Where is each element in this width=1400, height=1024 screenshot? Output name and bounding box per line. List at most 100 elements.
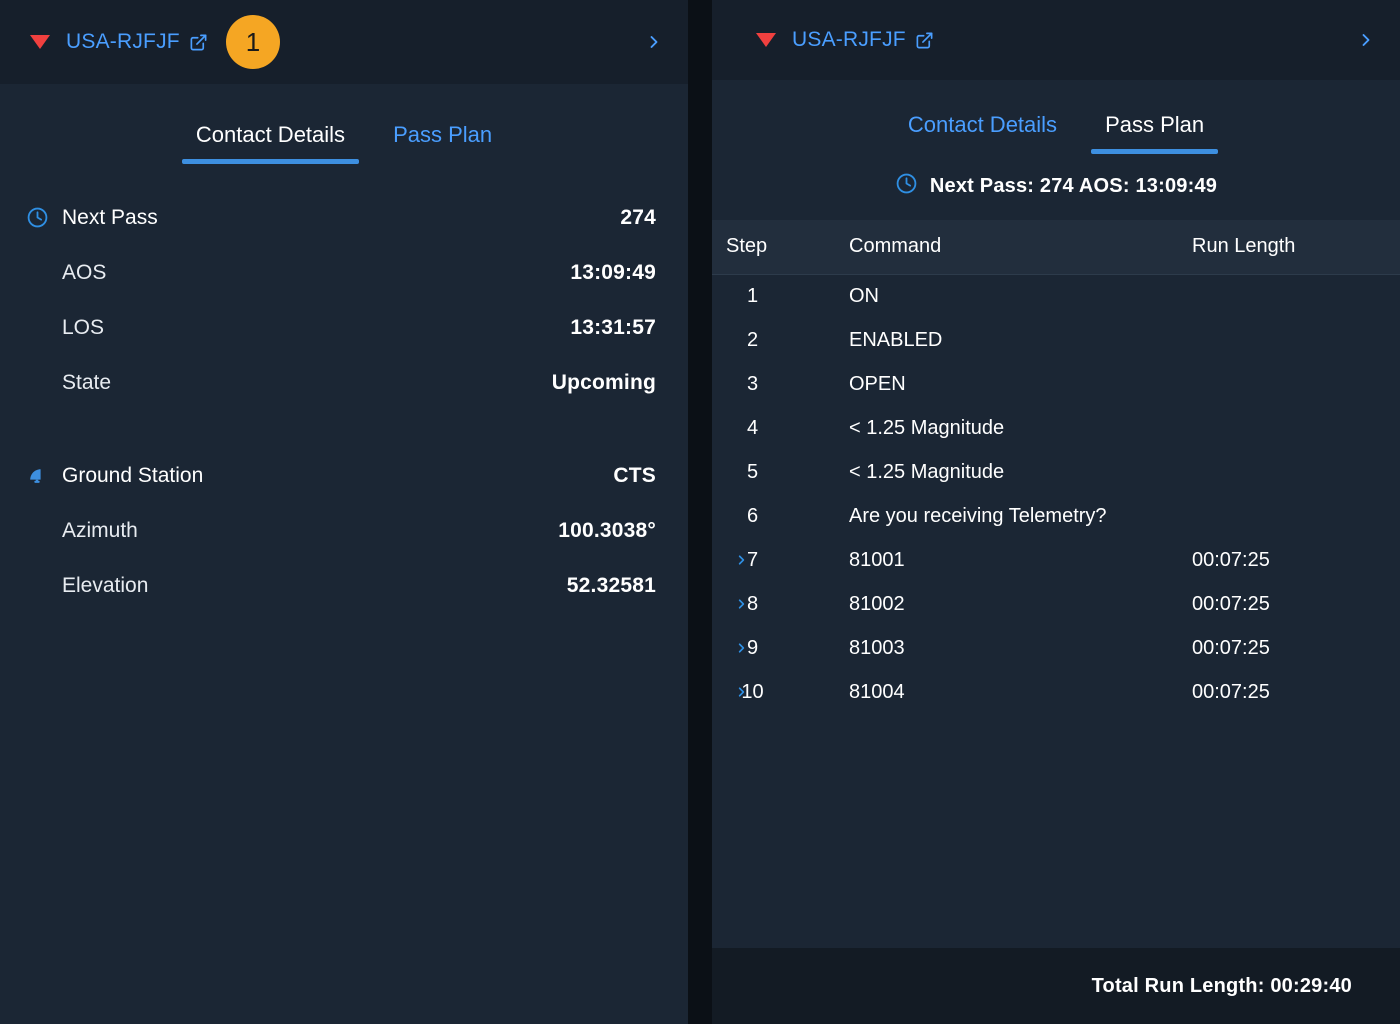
table-row[interactable]: 2 ENABLED: [712, 318, 1400, 362]
cell-command: OPEN: [837, 362, 1182, 406]
table-row[interactable]: 78100100:07:25: [712, 538, 1400, 582]
row-expand-chevron-icon[interactable]: [734, 640, 749, 657]
step-number: 2: [747, 329, 758, 351]
step-number: 3: [747, 373, 758, 395]
table-body: 1 ON 2 ENABLED 3 OPEN 4 < 1.25 Magnitude 5 < 1.25…: [712, 274, 1400, 714]
annotation-badge-1: 1: [226, 15, 280, 69]
caret-down-icon[interactable]: [756, 33, 776, 47]
caret-down-icon[interactable]: [30, 35, 50, 49]
pass-plan-panel: USA-RJFJF Contact Details Pass Plan: [712, 0, 1400, 1024]
detail-label: State: [62, 371, 111, 395]
table-header: Step Command Run Length: [712, 220, 1400, 274]
table-row[interactable]: 108100400:07:25: [712, 670, 1400, 714]
cell-command: 81004: [837, 670, 1182, 714]
right-panel-tabs: Contact Details Pass Plan: [712, 80, 1400, 154]
pass-plan-footer: Total Run Length: 00:29:40: [712, 948, 1400, 1024]
next-pass-summary-text: Next Pass: 274 AOS: 13:09:49: [930, 175, 1217, 198]
table-row[interactable]: 88100200:07:25: [712, 582, 1400, 626]
cell-command: 81003: [837, 626, 1182, 670]
detail-value: Upcoming: [552, 371, 656, 395]
step-number: 5: [747, 461, 758, 483]
contact-details-panel: USA-RJFJF Contact Details Pass Plan: [0, 0, 688, 1024]
cell-run-length: [1182, 318, 1400, 362]
step-number: 1: [747, 285, 758, 307]
detail-value: CTS: [613, 464, 656, 488]
satellite-dish-icon: [26, 464, 62, 488]
detail-row-los: LOS 13:31:57: [26, 300, 656, 355]
cell-step: 7: [712, 538, 837, 582]
cell-run-length: [1182, 406, 1400, 450]
table-header-row: Step Command Run Length: [712, 220, 1400, 274]
detail-label: Azimuth: [62, 519, 138, 543]
tab-contact-details[interactable]: Contact Details: [894, 112, 1071, 154]
left-panel-tabs: Contact Details Pass Plan: [0, 84, 688, 164]
right-panel-header[interactable]: USA-RJFJF: [712, 0, 1400, 80]
cell-run-length: 00:07:25: [1182, 626, 1400, 670]
ground-station-group: Ground Station CTS Azimuth 100.3038° Ele…: [26, 448, 656, 613]
cell-run-length: 00:07:25: [1182, 538, 1400, 582]
table-row[interactable]: 3 OPEN: [712, 362, 1400, 406]
left-panel-expand-chevron-icon[interactable]: [644, 30, 664, 54]
detail-row-elevation: Elevation 52.32581: [26, 558, 656, 613]
row-expand-chevron-icon[interactable]: [734, 552, 749, 569]
detail-row-aos: AOS 13:09:49: [26, 245, 656, 300]
table-row[interactable]: 1 ON: [712, 274, 1400, 318]
app-root: USA-RJFJF Contact Details Pass Plan: [0, 0, 1400, 1024]
pass-plan-table: Step Command Run Length 1 ON 2 ENABLED 3 OPEN…: [712, 220, 1400, 714]
cell-command: < 1.25 Magnitude: [837, 450, 1182, 494]
step-number: 4: [747, 417, 758, 439]
cell-command: 81001: [837, 538, 1182, 582]
cell-step: 9: [712, 626, 837, 670]
clock-icon: [26, 206, 62, 229]
row-expand-chevron-icon[interactable]: [734, 684, 749, 701]
detail-value: 13:31:57: [570, 316, 656, 340]
cell-step: 6: [712, 494, 837, 538]
cell-step: 4: [712, 406, 837, 450]
pass-plan-table-container: Step Command Run Length 1 ON 2 ENABLED 3 OPEN…: [712, 220, 1400, 948]
tab-contact-details[interactable]: Contact Details: [182, 122, 359, 164]
cell-step: 10: [712, 670, 837, 714]
cell-command: ENABLED: [837, 318, 1182, 362]
tab-pass-plan[interactable]: Pass Plan: [1091, 112, 1218, 154]
next-pass-summary: Next Pass: 274 AOS: 13:09:49: [712, 154, 1400, 220]
detail-value: 274: [620, 206, 656, 230]
right-panel-expand-chevron-icon[interactable]: [1356, 28, 1376, 52]
cell-step: 5: [712, 450, 837, 494]
detail-value: 52.32581: [567, 574, 656, 598]
cell-command: < 1.25 Magnitude: [837, 406, 1182, 450]
total-run-length-label: Total Run Length: 00:29:40: [1092, 975, 1352, 998]
right-panel-title[interactable]: USA-RJFJF: [792, 28, 906, 52]
cell-command: 81002: [837, 582, 1182, 626]
left-panel-title[interactable]: USA-RJFJF: [66, 30, 180, 54]
detail-label: AOS: [62, 261, 106, 285]
detail-row-state: State Upcoming: [26, 355, 656, 410]
detail-label: Ground Station: [62, 464, 203, 488]
left-panel-header[interactable]: USA-RJFJF: [0, 0, 688, 84]
table-row[interactable]: 98100300:07:25: [712, 626, 1400, 670]
cell-run-length: 00:07:25: [1182, 582, 1400, 626]
detail-row-azimuth: Azimuth 100.3038°: [26, 503, 656, 558]
tab-pass-plan[interactable]: Pass Plan: [379, 122, 506, 164]
cell-step: 3: [712, 362, 837, 406]
column-header-step[interactable]: Step: [712, 220, 837, 274]
cell-command: Are you receiving Telemetry?: [837, 494, 1182, 538]
cell-step: 2: [712, 318, 837, 362]
pass-info-group: Next Pass 274 AOS 13:09:49 LOS 13:31:57 …: [26, 190, 656, 410]
contact-details-content: Next Pass 274 AOS 13:09:49 LOS 13:31:57 …: [0, 164, 688, 613]
table-row[interactable]: 4 < 1.25 Magnitude: [712, 406, 1400, 450]
external-link-icon[interactable]: [189, 33, 208, 52]
cell-run-length: [1182, 494, 1400, 538]
detail-row-next-pass: Next Pass 274: [26, 190, 656, 245]
detail-value: 100.3038°: [558, 519, 656, 543]
cell-step: 1: [712, 274, 837, 318]
column-header-command[interactable]: Command: [837, 220, 1182, 274]
table-row[interactable]: 5 < 1.25 Magnitude: [712, 450, 1400, 494]
external-link-icon[interactable]: [915, 31, 934, 50]
row-expand-chevron-icon[interactable]: [734, 596, 749, 613]
table-row[interactable]: 6Are you receiving Telemetry?: [712, 494, 1400, 538]
cell-run-length: [1182, 274, 1400, 318]
detail-label: Next Pass: [62, 206, 158, 230]
cell-command: ON: [837, 274, 1182, 318]
column-header-run-length[interactable]: Run Length: [1182, 220, 1400, 274]
detail-row-ground-station: Ground Station CTS: [26, 448, 656, 503]
